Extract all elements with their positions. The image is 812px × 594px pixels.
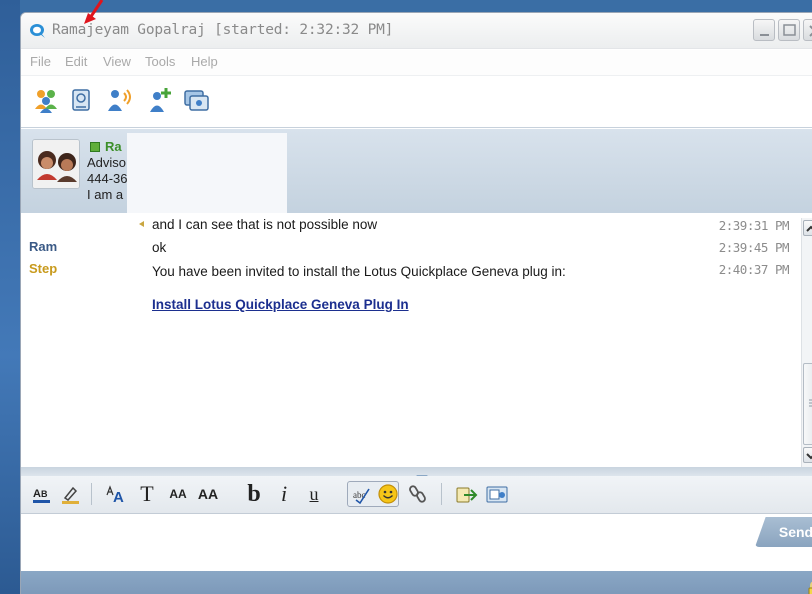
shrink-font-label: AA [169,487,187,501]
separator [91,483,92,505]
menu-tools[interactable]: Tools [145,54,175,69]
text-color-icon: AB [33,488,50,503]
scroll-up-button[interactable] [803,220,812,236]
toolbar [21,77,812,128]
phone-book-icon[interactable] [67,85,97,115]
screen-capture-icon [486,486,508,503]
text-style-label: T [140,481,154,506]
link-icon [409,485,426,503]
sender-name: Step [29,261,58,276]
italic-label: i [280,481,288,506]
text-color-button[interactable]: AB [31,482,53,506]
scroll-down-button[interactable] [803,447,812,463]
underline-button[interactable]: u [304,482,324,506]
close-button[interactable] [803,19,812,41]
menu-help[interactable]: Help [191,54,218,69]
spellcheck-icon: abc [353,488,370,505]
screen-share-icon[interactable] [181,85,211,115]
grow-font-label: AA [197,486,219,502]
lock-icon [808,581,812,594]
message-input[interactable]: Send [21,515,812,571]
message-time: 2:40:37 PM [718,262,790,277]
format-toolbar: AB A T AA AA b i u abc [21,476,812,514]
separator [441,483,442,505]
grip-icon [809,399,812,407]
splitter[interactable] [21,467,812,480]
grow-font-button[interactable]: AA [195,482,221,506]
message-text: ok [152,240,167,255]
desktop-background [0,0,20,594]
menu-view[interactable]: View [103,54,131,69]
message-text: You have been invited to install the Lot… [152,264,566,279]
contact-name: Ra [105,139,122,154]
shrink-font-button[interactable]: AA [165,482,191,506]
highlight-button[interactable] [59,482,81,506]
font-button[interactable]: A [105,482,131,506]
status-online-icon [90,142,100,152]
status-bar [21,571,812,594]
send-file-button[interactable] [455,482,479,506]
add-person-icon[interactable] [145,85,175,115]
message-text: and I can see that is not possible now [152,217,378,232]
contact-photo [33,140,79,188]
highlight-pen-icon [62,486,79,504]
underline-label: u [309,483,319,504]
insert-link-button[interactable] [407,482,429,506]
svg-text:B: B [41,489,48,499]
close-icon [809,25,812,37]
transcript-scrollbar[interactable] [801,218,812,468]
send-file-icon [456,487,478,503]
sametime-chat-icon [30,24,45,38]
font-icon: A [106,485,124,506]
install-plugin-link[interactable]: Install Lotus Quickplace Geneva Plug In [152,297,409,312]
people-icon[interactable] [31,85,61,115]
italic-button[interactable]: i [276,481,292,506]
maximize-icon [783,24,796,36]
svg-text:A: A [33,488,41,500]
speaker-icon[interactable] [105,85,135,115]
minimize-icon [760,34,769,36]
message-time: 2:39:31 PM [718,218,790,233]
text-style-button[interactable]: T [136,481,158,506]
bold-button[interactable]: b [244,480,264,507]
chat-window: Ramajeyam Gopalraj [started: 2:32:32 PM]… [20,12,812,594]
message-pointer-icon [139,221,144,227]
bold-label: b [247,480,261,507]
chevron-up-icon [806,225,812,232]
menu-file[interactable]: File [30,54,51,69]
chat-transcript: and I can see that is not possible now 2… [21,213,812,468]
message-time: 2:39:45 PM [718,240,790,255]
maximize-button[interactable] [778,19,800,41]
avatar [32,139,80,189]
menu-edit[interactable]: Edit [65,54,87,69]
send-button[interactable]: Send [755,517,812,547]
annotation-arrow-icon [84,0,104,24]
menu-bar: File Edit View Tools Help [21,50,812,76]
emoticon-button[interactable] [377,482,399,506]
svg-text:A: A [113,489,124,506]
scroll-thumb[interactable] [803,363,812,445]
sender-name: Ram [29,239,58,254]
title-bar[interactable]: Ramajeyam Gopalraj [started: 2:32:32 PM] [21,13,812,49]
smiley-icon [378,484,398,504]
spellcheck-button[interactable]: abc [351,482,373,506]
minimize-button[interactable] [753,19,775,41]
screen-capture-button[interactable] [485,482,509,506]
chevron-down-icon [806,453,812,460]
redacted-area [127,133,287,213]
